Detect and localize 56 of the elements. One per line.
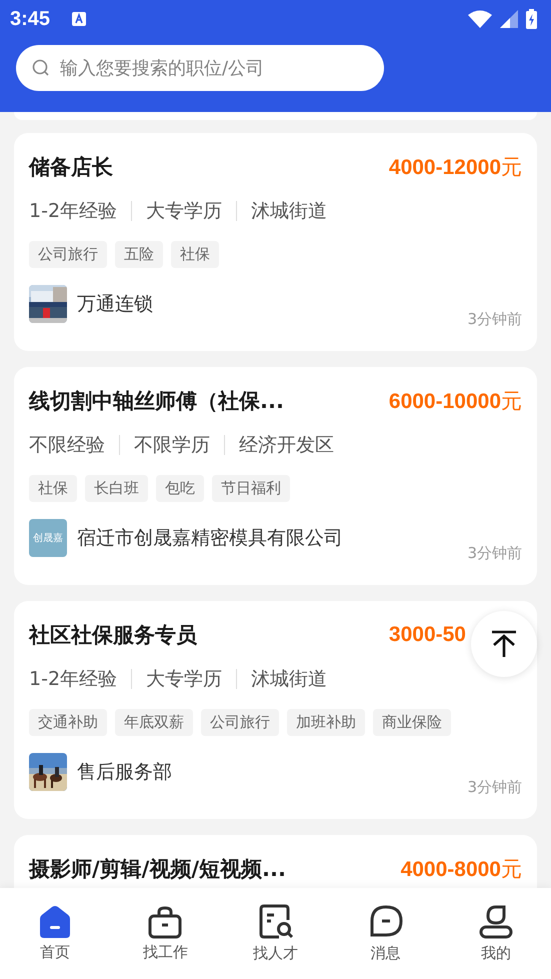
job-requirement: 1-2年经验 [29, 199, 118, 224]
job-title: 摄影师/剪辑/视频/短视频... [29, 856, 286, 883]
job-requirement: 经济开发区 [239, 433, 334, 458]
job-requirement: 大专学历 [146, 199, 222, 224]
battery-icon [526, 9, 537, 29]
benefit-tag: 节日福利 [212, 475, 290, 502]
benefit-tag: 公司旅行 [29, 241, 107, 268]
benefit-tag: 商业保险 [373, 709, 451, 736]
job-requirement: 不限经验 [29, 433, 105, 458]
job-title: 线切割中轴丝师傅（社保... [29, 388, 284, 415]
benefit-tag: 包吃 [156, 475, 204, 502]
profile-icon [476, 904, 515, 940]
benefit-tag: 交通补助 [29, 709, 107, 736]
benefit-tag: 公司旅行 [201, 709, 279, 736]
post-time: 3分钟前 [467, 310, 522, 329]
salary-text: 6000-10000元 [388, 389, 522, 415]
salary-text: 4000-8000元 [400, 857, 522, 883]
job-requirement: 1-2年经验 [29, 667, 118, 692]
job-title: 储备店长 [29, 154, 113, 181]
company-name: 售后服务部 [77, 760, 172, 785]
benefit-tag: 长白班 [85, 475, 148, 502]
benefit-tag: 年底双薪 [115, 709, 193, 736]
job-card[interactable]: 储备店长 4000-12000元 1-2年经验 大专学历 沭城街道 公司旅行 五险 社保 万通连锁 3分钟前 [14, 133, 537, 351]
nav-tab[interactable]: 首页 [0, 888, 110, 979]
company-logo: 创晟嘉 [29, 519, 67, 557]
keyboard-notification-icon [72, 12, 86, 26]
arrow-up-icon [491, 630, 517, 658]
search-icon [32, 59, 50, 77]
job-card[interactable]: 线切割中轴丝师傅（社保... 6000-10000元 不限经验 不限学历 经济开发区 社保 长白班 包吃 节日福利 创晟嘉 宿迁市创晟嘉精密模具有限公司 3分钟前 [14, 367, 537, 585]
signal-icon [500, 10, 518, 28]
benefit-tag: 社保 [29, 475, 77, 502]
nav-tab[interactable]: 找工作 [110, 888, 220, 979]
salary-text: 3000-50 [388, 623, 466, 647]
benefit-tag: 五险 [115, 241, 163, 268]
nav-tab[interactable]: 我的 [440, 888, 551, 979]
job-requirement: 不限学历 [134, 433, 210, 458]
job-title: 社区社保服务专员 [29, 622, 197, 649]
salary-text: 4000-12000元 [388, 155, 522, 181]
nav-tab[interactable]: 消息 [330, 888, 441, 979]
benefit-tag: 加班补助 [287, 709, 365, 736]
job-requirement: 沭城街道 [251, 667, 328, 692]
benefit-tag: 社保 [171, 241, 219, 268]
nav-tab[interactable]: 找人才 [220, 888, 331, 979]
briefcase-icon [146, 905, 184, 939]
post-time: 3分钟前 [467, 778, 522, 797]
search-field[interactable]: 输入您要搜索的职位/公司 [16, 45, 384, 91]
job-requirement: 大专学历 [146, 667, 222, 692]
company-name: 万通连锁 [77, 292, 153, 317]
job-card[interactable]: 社区社保服务专员 3000-50 1-2年经验 大专学历 沭城街道 交通补助 年底双薪 公司旅行 加班补助 商业保险 售后服务部 3分钟前 [14, 601, 537, 819]
job-requirement: 沭城街道 [251, 199, 328, 224]
job-card[interactable]: 摄影师/剪辑/视频/短视频... 4000-8000元 [14, 835, 537, 888]
wifi-icon [468, 10, 492, 28]
document-search-icon [256, 904, 294, 940]
status-time: 3:45 [10, 8, 50, 30]
company-name: 宿迁市创晟嘉精密模具有限公司 [77, 526, 343, 551]
post-time: 3分钟前 [467, 544, 522, 563]
